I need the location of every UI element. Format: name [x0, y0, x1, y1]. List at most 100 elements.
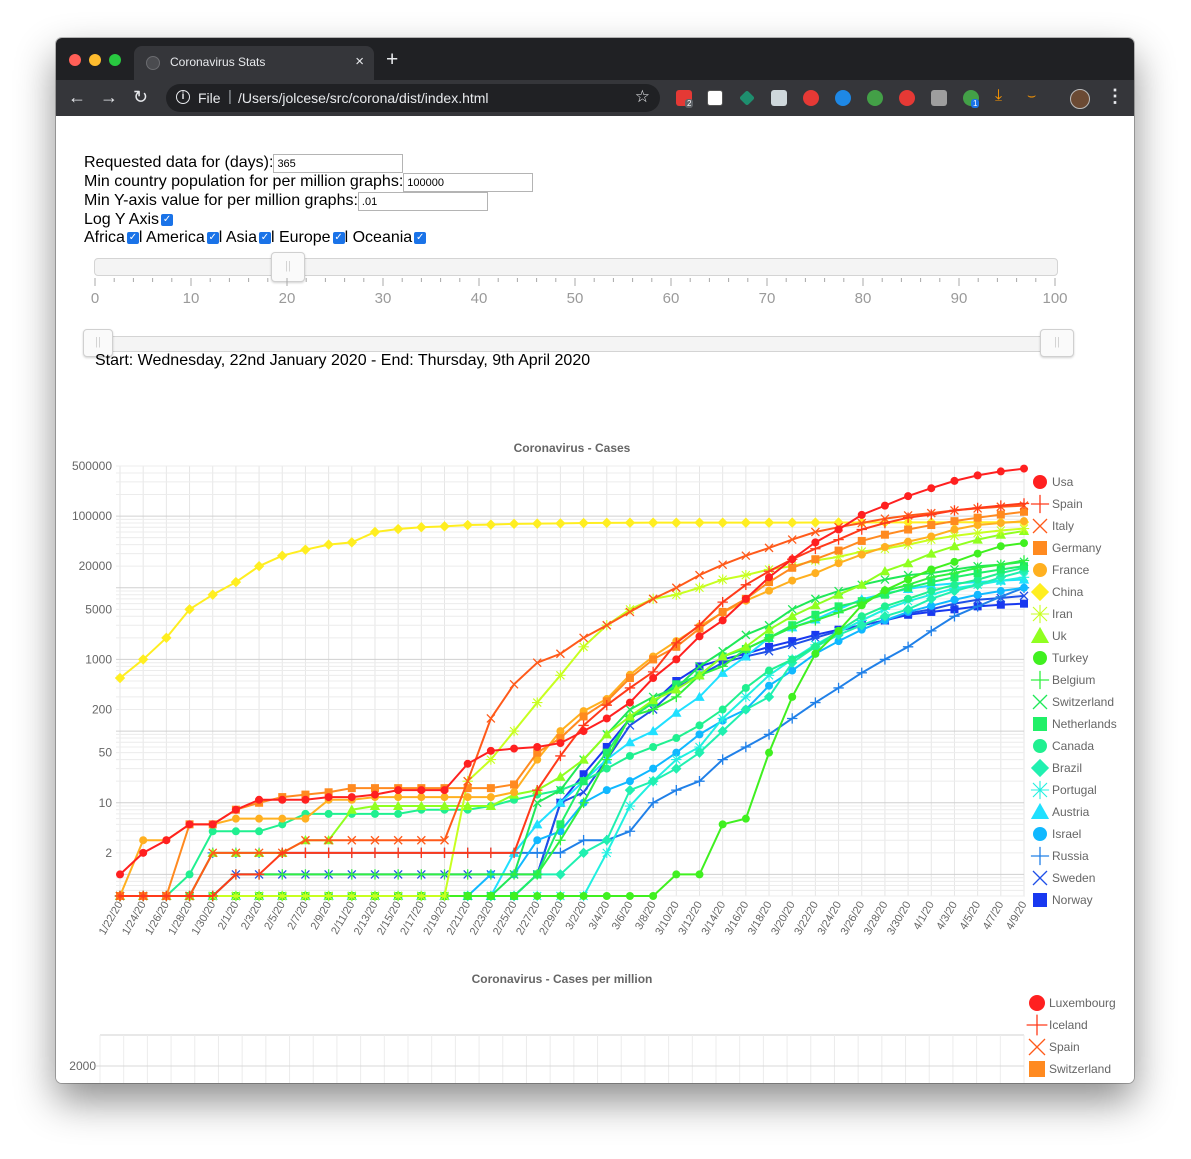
extension-glasses-icon[interactable]: [707, 90, 723, 106]
close-tab-icon[interactable]: ×: [355, 53, 364, 70]
bookmark-star-icon[interactable]: ☆: [635, 87, 650, 107]
legend-label: Canada: [1052, 739, 1094, 753]
log-y-checkbox[interactable]: ✓: [161, 213, 174, 226]
extension-translate-icon[interactable]: [867, 90, 883, 106]
data-point: [510, 780, 519, 789]
data-point: [811, 538, 820, 547]
data-point: [856, 667, 867, 679]
data-point: [996, 542, 1005, 551]
maximize-window-button[interactable]: [109, 54, 121, 66]
close-window-button[interactable]: [69, 54, 81, 66]
extension-red-icon[interactable]: 2: [676, 90, 694, 108]
data-point: [462, 847, 473, 859]
data-point: [973, 590, 982, 599]
amazon-icon[interactable]: ⌣: [1027, 87, 1043, 103]
region-label-asia: Asia: [225, 229, 257, 246]
data-point: [416, 890, 427, 902]
data-point: [765, 748, 774, 757]
extension-pen-icon[interactable]: [739, 90, 755, 106]
data-point: [601, 847, 612, 859]
percent-slider-track[interactable]: [94, 258, 1058, 276]
data-point: [579, 892, 588, 900]
data-point: [1032, 870, 1048, 886]
data-point: [811, 649, 820, 658]
forward-arrow-icon[interactable]: →: [100, 87, 118, 108]
more-menu-icon[interactable]: ⋮: [1106, 86, 1124, 107]
new-tab-button[interactable]: +: [386, 48, 398, 72]
africa-checkbox[interactable]: ✓: [126, 231, 139, 244]
date-range-end-handle[interactable]: ||: [1040, 329, 1074, 357]
data-point: [533, 892, 542, 900]
min-pop-input[interactable]: [403, 173, 534, 192]
data-point: [277, 890, 288, 902]
reload-icon[interactable]: ↻: [133, 87, 148, 108]
extension-block-icon[interactable]: [899, 90, 915, 106]
data-point: [880, 602, 889, 611]
data-point: [440, 786, 449, 795]
extension-green-icon[interactable]: 1: [963, 90, 980, 108]
data-point: [833, 534, 844, 545]
data-point: [369, 526, 381, 538]
data-point: [1030, 780, 1050, 800]
date-range-slider-track[interactable]: [84, 336, 1073, 352]
legend-label: Iceland: [1049, 1018, 1088, 1032]
data-point: [347, 793, 356, 802]
legend-label: China: [1052, 585, 1084, 599]
info-icon[interactable]: i: [176, 90, 190, 104]
data-point: [950, 595, 959, 604]
data-point: [1030, 846, 1050, 866]
data-point: [788, 692, 797, 701]
slider-tick-label: 50: [567, 290, 584, 307]
data-point: [392, 847, 404, 859]
days-input[interactable]: [273, 154, 404, 173]
data-point: [116, 870, 124, 879]
back-arrow-icon[interactable]: ←: [68, 87, 86, 108]
minimize-window-button[interactable]: [89, 54, 101, 66]
cases-per-million-chart: Coronavirus - Cases per million2000500Lu…: [69, 972, 1116, 1083]
data-point: [278, 795, 287, 804]
address-bar[interactable]: i File | /Users/jolcese/src/corona/dist/…: [166, 84, 660, 112]
x-tick-label: 3/4/20: [587, 900, 613, 932]
log-y-control: Log Y Axis ✓: [84, 211, 174, 229]
days-label: Requested data for (days):: [84, 154, 274, 171]
data-point: [1033, 739, 1047, 753]
oceania-checkbox[interactable]: ✓: [414, 231, 427, 244]
america-checkbox[interactable]: ✓: [206, 231, 219, 244]
extension-card-icon[interactable]: [771, 90, 787, 106]
slider-tick-label: 100: [1042, 290, 1067, 307]
data-point: [718, 616, 727, 625]
min-y-control: Min Y-axis value for per million graphs:: [84, 192, 488, 211]
extension-reader-icon[interactable]: [931, 90, 947, 106]
data-point: [602, 786, 611, 795]
data-point: [369, 847, 381, 859]
extension-circle-icon[interactable]: [835, 90, 851, 106]
data-point: [323, 890, 334, 902]
data-point: [556, 820, 565, 829]
download-icon[interactable]: ⤓: [995, 87, 1011, 104]
browser-tab[interactable]: Coronavirus Stats ×: [134, 46, 374, 80]
data-point: [671, 754, 682, 765]
min-y-input[interactable]: [357, 192, 488, 211]
min-pop-label: Min country population for per million g…: [84, 173, 404, 190]
legend-label: Iran: [1052, 607, 1073, 621]
europe-checkbox[interactable]: ✓: [332, 231, 345, 244]
data-point: [1030, 582, 1050, 602]
data-point: [324, 793, 333, 802]
data-point: [323, 847, 334, 859]
data-point: [394, 793, 403, 802]
data-point: [625, 698, 634, 707]
data-point: [486, 793, 495, 802]
x-tick-label: 4/5/20: [958, 900, 984, 932]
asia-checkbox[interactable]: ✓: [258, 231, 271, 244]
data-point: [578, 641, 589, 653]
data-point: [185, 820, 194, 829]
data-point: [532, 847, 543, 859]
extension-badge: 1: [971, 99, 980, 108]
url-text[interactable]: /Users/jolcese/src/corona/dist/index.htm…: [238, 90, 489, 106]
profile-avatar[interactable]: [1070, 89, 1090, 109]
data-point: [579, 727, 588, 736]
data-point: [1030, 604, 1050, 624]
extension-hand-icon[interactable]: [803, 90, 819, 106]
data-point: [880, 586, 889, 595]
x-tick-label: 2/7/20: [285, 900, 311, 932]
